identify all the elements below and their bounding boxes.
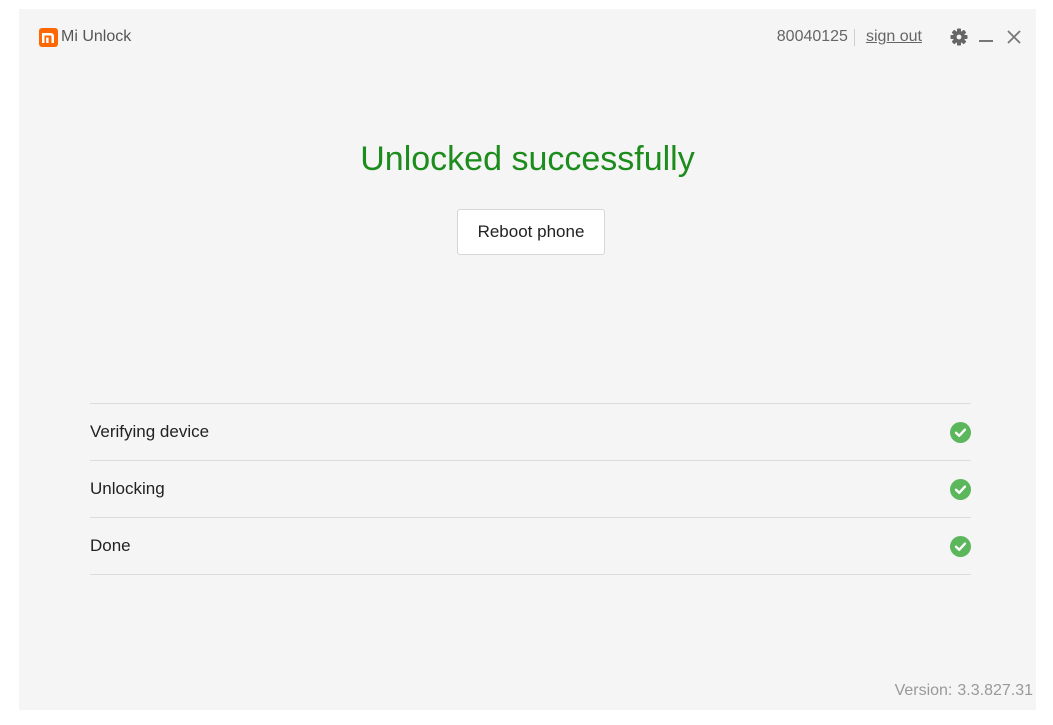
settings-button[interactable] (950, 28, 968, 46)
check-circle-icon (950, 535, 971, 557)
gear-icon (950, 28, 968, 46)
header-divider (853, 28, 855, 46)
minimize-icon (979, 40, 993, 42)
app-title: Mi Unlock (61, 28, 132, 45)
close-icon (1007, 30, 1021, 44)
step-label: Unlocking (90, 479, 165, 498)
step-label: Verifying device (90, 422, 210, 441)
version-value: 3.3.827.31 (957, 682, 1033, 699)
header-controls: 80040125 sign out (777, 25, 1022, 49)
account-id: 80040125 (776, 28, 848, 45)
step-row-unlocking: Unlocking (90, 461, 971, 518)
reboot-phone-button[interactable]: Reboot phone (457, 209, 605, 255)
check-circle-icon (950, 421, 971, 443)
version-info: Version: 3.3.827.31 (895, 682, 1033, 700)
mi-logo-icon (39, 28, 58, 47)
step-row-done: Done (90, 518, 971, 575)
progress-steps-list: Verifying device Unlocking Done (90, 403, 971, 575)
minimize-button[interactable] (978, 28, 994, 46)
step-label: Done (90, 536, 131, 555)
close-button[interactable] (1006, 28, 1022, 46)
check-circle-icon (950, 478, 971, 500)
version-label: Version: (894, 682, 953, 699)
app-window: Mi Unlock 80040125 sign out Unlocked suc… (19, 9, 1036, 710)
status-title: Unlocked successfully (360, 140, 695, 178)
sign-out-link[interactable]: sign out (866, 28, 922, 46)
step-row-verifying: Verifying device (90, 404, 971, 461)
